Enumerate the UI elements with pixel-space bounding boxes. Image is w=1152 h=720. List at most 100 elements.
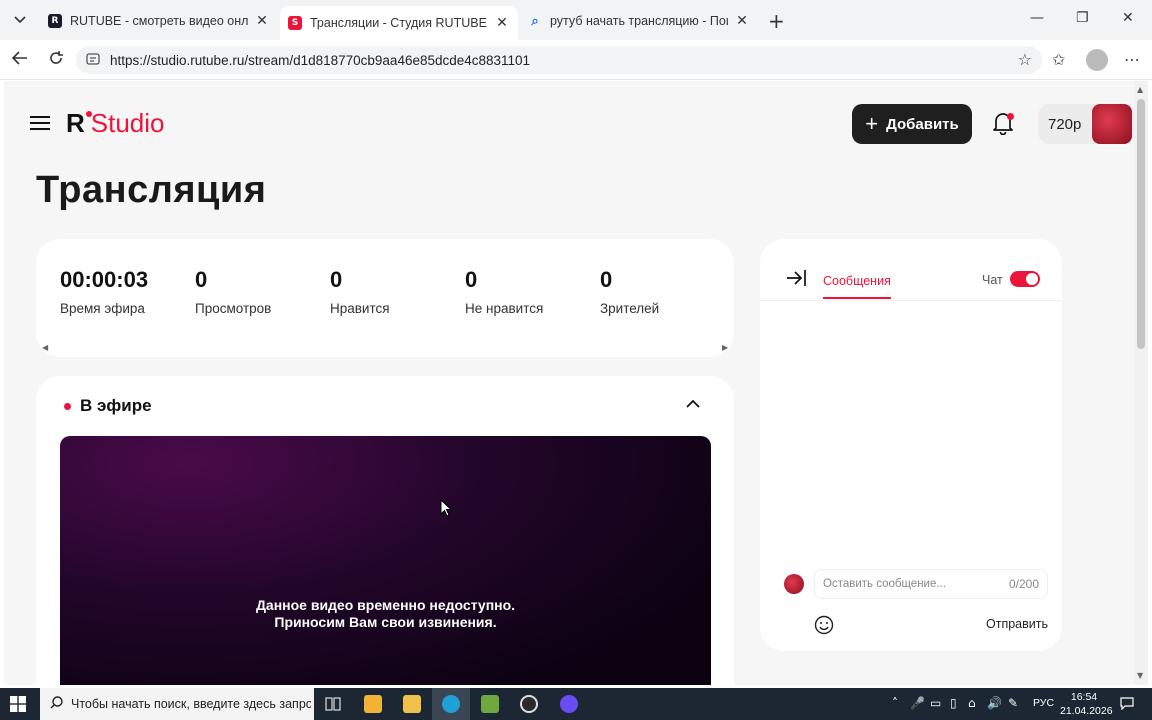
new-tab-plus-icon[interactable]: + bbox=[768, 9, 785, 33]
stat-label: Зрителей bbox=[600, 301, 660, 316]
mouse-cursor-icon bbox=[440, 498, 454, 517]
minecraft-icon[interactable] bbox=[471, 688, 509, 720]
player-unavailable-message: Данное видео временно недоступно. Принос… bbox=[60, 597, 711, 631]
stream-stats-card: 00:00:03 Время эфира 0 Просмотров 0 Нрав… bbox=[36, 239, 734, 357]
app-icon[interactable] bbox=[550, 688, 588, 720]
stat-dislikes: 0 Не нравится bbox=[465, 267, 543, 316]
stat-likes: 0 Нравится bbox=[330, 267, 390, 316]
scroll-up-icon[interactable]: ▲ bbox=[1137, 85, 1143, 94]
browser-tab-studio[interactable]: S Трансляции - Студия RUTUBE ✕ bbox=[280, 6, 518, 40]
clock-time: 16:54 bbox=[1070, 691, 1098, 703]
close-window-icon[interactable]: ✕ bbox=[1122, 10, 1134, 26]
message-input[interactable] bbox=[815, 570, 995, 598]
obs-icon[interactable] bbox=[510, 688, 548, 720]
send-button[interactable]: Отправить bbox=[986, 617, 1048, 631]
collapse-panel-icon[interactable] bbox=[786, 269, 808, 292]
language-indicator[interactable]: РУС bbox=[1033, 697, 1054, 709]
browser-tab-rutube[interactable]: R RUTUBE - смотреть видео онлайн ✕ bbox=[40, 6, 278, 36]
close-tab-icon[interactable]: ✕ bbox=[734, 13, 750, 29]
page-scrollbar[interactable]: ▲ ▼ bbox=[1134, 81, 1148, 685]
browser-tab-bar: R RUTUBE - смотреть видео онлайн ✕ S Тра… bbox=[0, 0, 1152, 40]
store-icon[interactable] bbox=[354, 688, 392, 720]
player-message-line1: Данное видео временно недоступно. bbox=[255, 597, 516, 613]
stat-value: 0 bbox=[465, 267, 478, 292]
menu-hamburger-icon[interactable] bbox=[30, 116, 50, 130]
scrollbar-thumb[interactable] bbox=[1137, 99, 1145, 349]
chat-tabs: Сообщения Чат bbox=[760, 239, 1062, 301]
microphone-icon[interactable]: 🎤 bbox=[910, 696, 925, 710]
emoji-smile-icon[interactable] bbox=[814, 615, 834, 635]
studio-favicon-icon: S bbox=[288, 16, 302, 30]
pen-icon[interactable]: ✎ bbox=[1008, 696, 1018, 710]
stat-label: Нравится bbox=[330, 301, 390, 316]
taskbar-search[interactable] bbox=[40, 688, 314, 720]
rutube-favicon-icon: R bbox=[48, 14, 62, 28]
stat-label: Время эфира bbox=[60, 301, 145, 316]
taskbar-search-input[interactable] bbox=[71, 697, 311, 711]
notifications-center-icon[interactable] bbox=[1120, 696, 1134, 713]
scroll-right-arrow-icon[interactable]: ▶ bbox=[722, 343, 728, 352]
rutube-studio-logo[interactable]: R Studio bbox=[66, 108, 165, 138]
tab-messages[interactable]: Сообщения bbox=[823, 274, 891, 288]
live-heading-text: В эфире bbox=[80, 396, 152, 415]
edge-browser-icon[interactable] bbox=[432, 688, 470, 720]
live-section: В эфире Данное видео временно недоступно… bbox=[36, 376, 734, 685]
page-title: Трансляция bbox=[36, 169, 267, 211]
search-favicon-icon: ⌕ bbox=[531, 13, 539, 29]
windows-start-icon[interactable] bbox=[10, 696, 26, 712]
logo-dot bbox=[86, 111, 92, 117]
close-tab-icon[interactable]: ✕ bbox=[254, 13, 270, 29]
tab-list-chevron-icon[interactable] bbox=[8, 8, 32, 32]
add-button[interactable]: + Добавить bbox=[852, 104, 972, 144]
favorites-icon[interactable]: ✩ bbox=[1052, 50, 1065, 69]
favorite-star-icon[interactable]: ☆ bbox=[1018, 50, 1032, 69]
live-heading: В эфире bbox=[64, 396, 152, 416]
battery-icon[interactable]: ▯ bbox=[950, 696, 957, 710]
scroll-left-arrow-icon[interactable]: ◀ bbox=[42, 343, 48, 352]
stat-value: 0 bbox=[195, 267, 208, 292]
toggle-knob bbox=[1026, 273, 1038, 285]
address-bar[interactable]: https://studio.rutube.ru/stream/d1d81877… bbox=[76, 46, 1042, 74]
browser-toolbar: https://studio.rutube.ru/stream/d1d81877… bbox=[0, 40, 1152, 80]
message-input-box[interactable]: 0/200 bbox=[814, 569, 1048, 599]
reload-icon[interactable] bbox=[48, 50, 64, 70]
browser-profile-icon[interactable] bbox=[1086, 49, 1108, 71]
stat-views: 0 Просмотров bbox=[195, 267, 271, 316]
video-player[interactable]: Данное видео временно недоступно. Принос… bbox=[60, 436, 711, 685]
task-view-icon[interactable] bbox=[314, 688, 352, 720]
tray-chevron-up-icon[interactable]: ˄ bbox=[892, 696, 898, 710]
search-icon bbox=[50, 695, 63, 713]
chat-panel: Сообщения Чат 0/200 Отправить bbox=[760, 239, 1062, 651]
browser-tab-search[interactable]: ⌕ рутуб начать трансляцию - Поиск ✕ bbox=[520, 6, 758, 36]
chat-user-avatar bbox=[784, 574, 804, 594]
char-counter: 0/200 bbox=[1008, 577, 1039, 591]
taskbar-clock[interactable]: 16:54 21.04.2026 bbox=[1060, 690, 1113, 718]
network-icon[interactable]: ⌂ bbox=[968, 696, 976, 710]
file-explorer-icon[interactable] bbox=[393, 688, 431, 720]
back-arrow-icon[interactable] bbox=[11, 50, 28, 69]
chat-toggle-label: Чат bbox=[982, 273, 1003, 287]
stat-label: Не нравится bbox=[465, 301, 544, 316]
chat-toggle[interactable] bbox=[1010, 271, 1040, 287]
site-info-icon[interactable] bbox=[86, 52, 100, 69]
restore-icon[interactable]: ❐ bbox=[1076, 10, 1089, 26]
stat-value: 0 bbox=[330, 267, 343, 292]
logo-r: R bbox=[66, 107, 85, 138]
more-menu-icon[interactable]: ⋯ bbox=[1124, 50, 1140, 69]
tab-active-underline bbox=[823, 297, 891, 299]
windows-taskbar: ˄ 🎤 ▭ ▯ ⌂ 🔊 ✎ РУС 16:54 21.04.2026 bbox=[0, 688, 1152, 720]
url-text: https://studio.rutube.ru/stream/d1d81877… bbox=[110, 52, 531, 68]
close-tab-icon[interactable]: ✕ bbox=[494, 15, 510, 31]
user-avatar[interactable] bbox=[1092, 104, 1132, 144]
live-indicator-dot bbox=[64, 402, 71, 410]
logo-studio-text: Studio bbox=[90, 107, 165, 138]
stat-value: 0 bbox=[600, 267, 613, 292]
notifications-bell-icon[interactable] bbox=[992, 111, 1016, 137]
stat-viewers: 0 Зрителей bbox=[600, 267, 659, 316]
tray-app-icon[interactable]: ▭ bbox=[930, 696, 941, 710]
scroll-down-icon[interactable]: ▼ bbox=[1137, 671, 1143, 680]
volume-icon[interactable]: 🔊 bbox=[987, 696, 1002, 710]
minimize-icon[interactable]: — bbox=[1030, 10, 1044, 26]
collapse-chevron-up-icon[interactable] bbox=[686, 396, 700, 412]
add-button-label: Добавить bbox=[886, 115, 959, 133]
